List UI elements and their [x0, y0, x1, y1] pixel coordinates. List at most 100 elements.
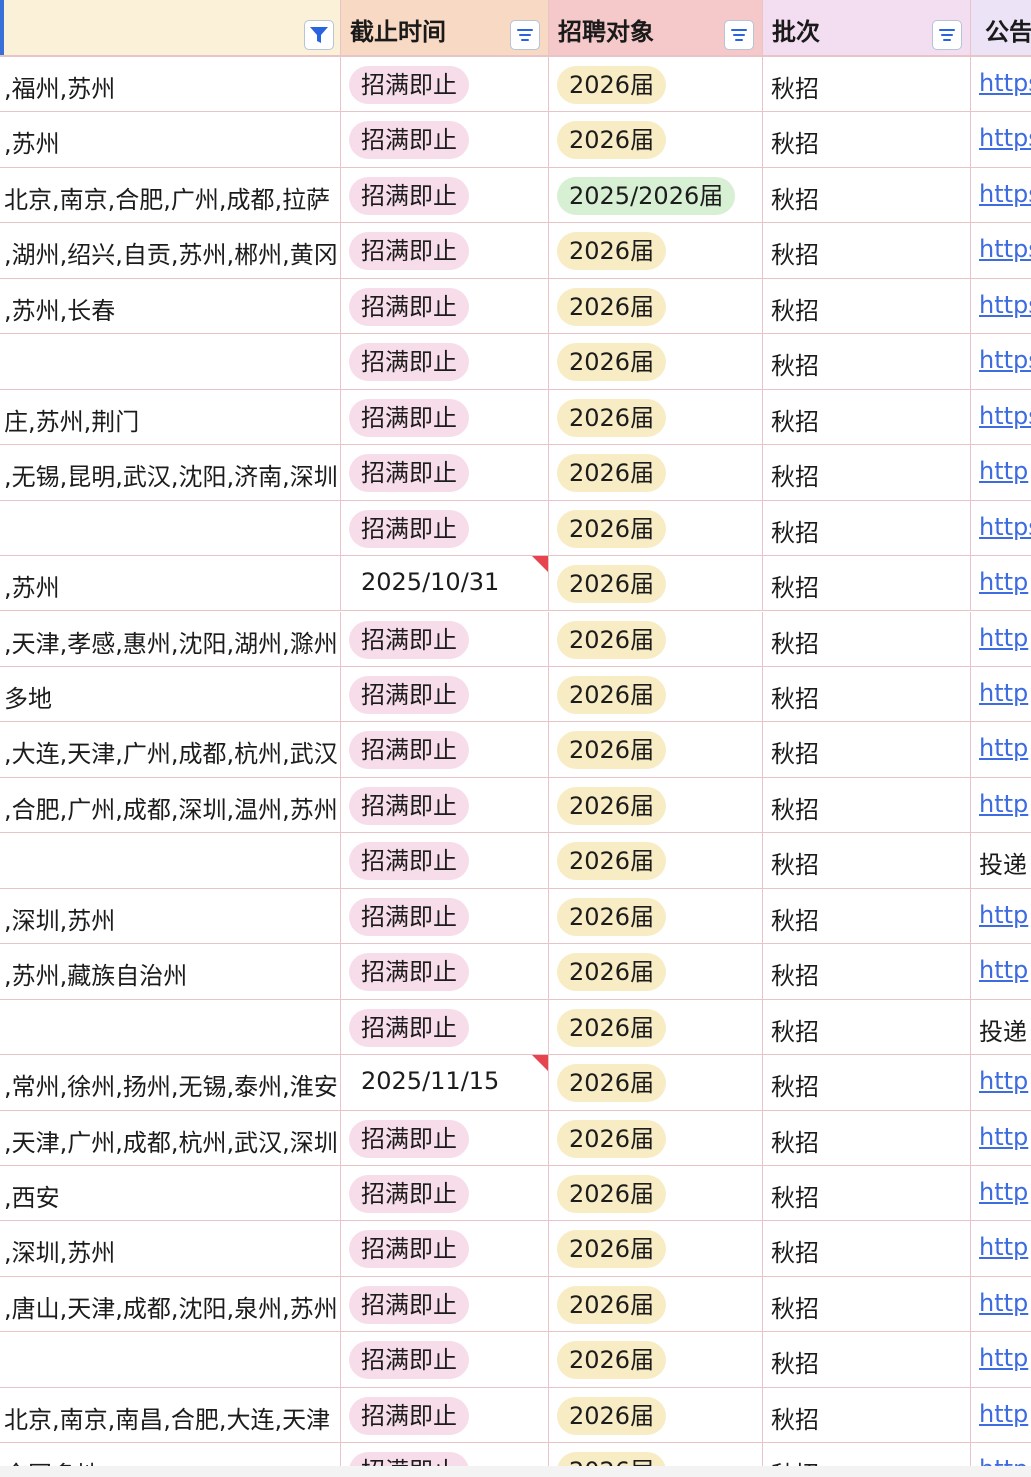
table-row[interactable]: 北京,南京,合肥,广州,成都,拉萨招满即止 2025/2026届 秋招 https	[0, 167, 1031, 224]
table-row[interactable]: ,深圳,苏州 招满即止 2026届 秋招 http	[0, 1221, 1031, 1277]
cell-target[interactable]: 2026届	[549, 556, 763, 611]
cell-target[interactable]: 2026届	[549, 445, 763, 500]
cell-location[interactable]: ,深圳,苏州	[0, 888, 341, 944]
notice-link[interactable]: https	[979, 69, 1031, 97]
cell-batch[interactable]: 秋招	[763, 278, 971, 334]
cell-batch[interactable]: 秋招	[763, 389, 971, 445]
cell-notice[interactable]: https	[971, 334, 1031, 388]
cell-target[interactable]: 2026届	[549, 278, 763, 334]
cell-location[interactable]: ,天津,广州,成都,杭州,武汉,深圳	[0, 1110, 341, 1165]
cell-batch[interactable]: 秋招	[763, 1332, 971, 1387]
cell-location[interactable]: 北京,南京,南昌,合肥,大连,天津	[0, 1387, 341, 1443]
cell-notice[interactable]: http	[971, 722, 1031, 776]
notice-link[interactable]: http	[979, 1344, 1028, 1372]
cell-deadline[interactable]: 招满即止	[341, 888, 549, 944]
cell-location[interactable]: ,西安	[0, 1166, 341, 1221]
cell-deadline[interactable]: 招满即止	[341, 1221, 549, 1276]
table-row[interactable]: ,无锡,昆明,武汉,沈阳,济南,深圳 招满即止 2026届 秋招 http	[0, 445, 1031, 501]
cell-batch[interactable]: 秋招	[763, 334, 971, 389]
cell-location[interactable]: ,苏州,藏族自治州	[0, 944, 341, 999]
table-row[interactable]: ,湖州,绍兴,自贡,苏州,郴州,黄冈招满即止 2026届 秋招 https	[0, 223, 1031, 279]
cell-notice[interactable]: http	[971, 1055, 1031, 1109]
cell-location[interactable]: ,常州,徐州,扬州,无锡,泰州,淮安	[0, 1055, 341, 1110]
cell-batch[interactable]: 秋招	[763, 944, 971, 999]
table-row[interactable]: ,常州,徐州,扬州,无锡,泰州,淮安 2025/11/15 2026届 秋招 http	[0, 1055, 1031, 1111]
cell-location[interactable]: ,大连,天津,广州,成都,杭州,武汉	[0, 722, 341, 777]
cell-batch[interactable]: 秋招	[763, 833, 971, 888]
cell-batch[interactable]: 秋招	[763, 1221, 971, 1276]
cell-batch[interactable]: 秋招	[763, 57, 971, 112]
cell-target[interactable]: 2025/2026届	[549, 167, 763, 223]
column-header-target[interactable]: 招聘对象	[549, 0, 763, 55]
table-row[interactable]: 招满即止 2026届 秋招 https	[0, 500, 1031, 557]
cell-notice[interactable]: http	[971, 1111, 1031, 1165]
cell-location[interactable]: ,无锡,昆明,武汉,沈阳,济南,深圳	[0, 445, 341, 500]
table-row[interactable]: ,福州,苏州 招满即止 2026届 秋招 https	[0, 57, 1031, 113]
cell-batch[interactable]: 秋招	[763, 888, 971, 944]
notice-link[interactable]: http	[979, 1400, 1028, 1428]
cell-location[interactable]: ,苏州	[0, 112, 341, 167]
table-row[interactable]: ,苏州,长春 招满即止 2026届 秋招 https	[0, 278, 1031, 335]
cell-target[interactable]: 2026届	[549, 223, 763, 278]
cell-target[interactable]: 2026届	[549, 1166, 763, 1221]
cell-notice[interactable]: http	[971, 1221, 1031, 1275]
cell-batch[interactable]: 秋招	[763, 223, 971, 278]
cell-deadline[interactable]: 招满即止	[341, 611, 549, 666]
filter-active-icon[interactable]	[304, 20, 334, 50]
cell-batch[interactable]: 秋招	[763, 1166, 971, 1221]
cell-location[interactable]: ,合肥,广州,成都,深圳,温州,苏州	[0, 777, 341, 833]
cell-batch[interactable]: 秋招	[763, 112, 971, 167]
notice-link[interactable]: http	[979, 624, 1028, 652]
notice-link[interactable]: http	[979, 790, 1028, 818]
cell-notice[interactable]: http	[971, 944, 1031, 998]
column-menu-icon[interactable]	[932, 20, 962, 50]
cell-target[interactable]: 2026届	[549, 1332, 763, 1387]
cell-location[interactable]	[0, 500, 341, 556]
cell-deadline[interactable]: 招满即止	[341, 833, 549, 888]
cell-target[interactable]: 2026届	[549, 666, 763, 722]
cell-deadline[interactable]: 招满即止	[341, 112, 549, 167]
cell-location[interactable]	[0, 1332, 341, 1387]
cell-target[interactable]: 2026届	[549, 389, 763, 445]
cell-location[interactable]	[0, 334, 341, 389]
cell-deadline[interactable]: 招满即止	[341, 722, 549, 777]
cell-notice[interactable]: https	[971, 112, 1031, 166]
cell-target[interactable]: 2026届	[549, 944, 763, 999]
cell-deadline[interactable]: 招满即止	[341, 334, 549, 389]
cell-target[interactable]: 2026届	[549, 334, 763, 389]
cell-deadline[interactable]: 招满即止	[341, 223, 549, 278]
cell-location[interactable]: ,湖州,绍兴,自贡,苏州,郴州,黄冈	[0, 223, 341, 278]
cell-batch[interactable]: 秋招	[763, 1110, 971, 1165]
cell-notice[interactable]: 投递	[971, 1000, 1031, 1054]
cell-notice[interactable]: http	[971, 778, 1031, 832]
cell-notice[interactable]: http	[971, 1277, 1031, 1331]
cell-notice[interactable]: http	[971, 556, 1031, 610]
notice-link[interactable]: https	[979, 513, 1031, 541]
notice-link[interactable]: https	[979, 235, 1031, 263]
cell-target[interactable]: 2026届	[549, 112, 763, 167]
cell-notice[interactable]: http	[971, 889, 1031, 943]
column-header-location[interactable]	[0, 0, 341, 55]
cell-target[interactable]: 2026届	[549, 57, 763, 112]
cell-target[interactable]: 2026届	[549, 888, 763, 944]
notice-link[interactable]: http	[979, 956, 1028, 984]
table-row[interactable]: ,西安 招满即止 2026届 秋招 http	[0, 1166, 1031, 1222]
cell-location[interactable]: ,苏州	[0, 556, 341, 611]
notice-link[interactable]: http	[979, 568, 1028, 596]
notice-link[interactable]: https	[979, 402, 1031, 430]
cell-notice[interactable]: http	[971, 1388, 1031, 1442]
cell-location[interactable]: ,唐山,天津,成都,沈阳,泉州,苏州	[0, 1276, 341, 1332]
cell-batch[interactable]: 秋招	[763, 1443, 971, 1466]
cell-location[interactable]: 北京,南京,合肥,广州,成都,拉萨	[0, 167, 341, 223]
notice-link[interactable]: http	[979, 1178, 1028, 1206]
cell-deadline[interactable]: 招满即止	[341, 1332, 549, 1387]
column-header-notice[interactable]: 公告	[971, 0, 1031, 55]
table-row[interactable]: 招满即止 2026届 秋招 投递	[0, 999, 1031, 1056]
cell-deadline[interactable]: 招满即止	[341, 944, 549, 999]
cell-notice[interactable]: http	[971, 445, 1031, 499]
column-header-deadline[interactable]: 截止时间	[341, 0, 549, 55]
cell-location[interactable]: ,天津,孝感,惠州,沈阳,湖州,滁州	[0, 611, 341, 666]
cell-deadline[interactable]: 招满即止	[341, 278, 549, 334]
cell-notice[interactable]: http	[971, 612, 1031, 666]
cell-deadline[interactable]: 2025/11/15	[341, 1055, 549, 1110]
